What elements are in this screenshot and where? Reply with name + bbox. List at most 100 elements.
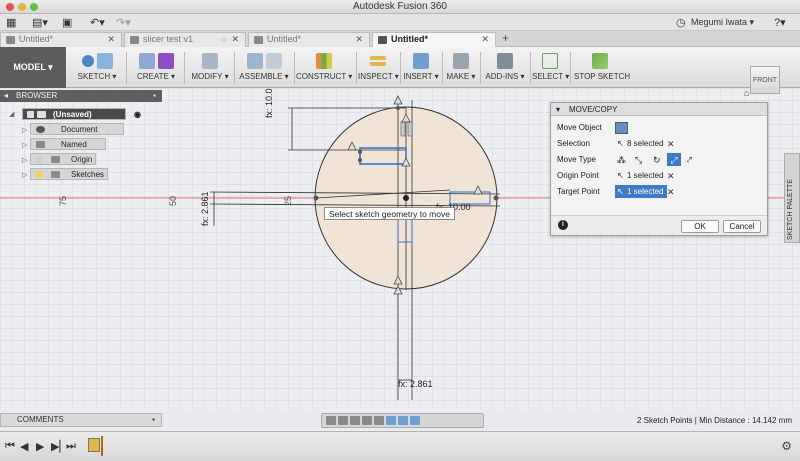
- close-tab-icon[interactable]: ✕: [107, 33, 115, 46]
- create-group[interactable]: CREATE ▾: [132, 50, 180, 86]
- go-to-end-icon[interactable]: ⏭: [66, 440, 76, 453]
- document-icon: [378, 36, 387, 44]
- free-move-icon[interactable]: ⁂: [617, 153, 626, 167]
- expand-item-icon[interactable]: ▷: [22, 126, 27, 134]
- close-tab-icon[interactable]: ✕: [231, 33, 239, 46]
- active-radio-icon[interactable]: ◉: [134, 109, 141, 121]
- lightbulb-icon[interactable]: [36, 171, 42, 178]
- pin-browser-icon[interactable]: ▪: [153, 90, 156, 102]
- orbit-icon[interactable]: [326, 416, 336, 425]
- expand-root-icon[interactable]: ◢: [9, 110, 14, 118]
- lightbulb-icon[interactable]: [27, 111, 34, 118]
- tab-untitled-1[interactable]: Untitled* ✕: [0, 32, 122, 47]
- dimension-top[interactable]: fx: 10.00: [264, 88, 274, 118]
- sketch-arc-icon: [81, 55, 94, 67]
- new-tab-plus-icon[interactable]: +: [502, 31, 509, 45]
- clear-origin-icon[interactable]: ✕: [667, 169, 675, 183]
- help-icon[interactable]: ?▾: [774, 16, 786, 29]
- browser-item-document-settings[interactable]: Document Settings: [30, 123, 124, 146]
- pin-comments-icon[interactable]: ▪: [152, 414, 155, 426]
- user-account-menu[interactable]: Megumi Iwata ▾: [691, 17, 754, 28]
- tab-untitled-2[interactable]: Untitled* ✕: [248, 32, 370, 47]
- assemble-group[interactable]: ASSEMBLE ▾: [238, 50, 290, 86]
- clear-selection-icon[interactable]: ✕: [667, 137, 675, 151]
- browser-item-sketches[interactable]: Sketches: [30, 168, 108, 180]
- viewports-icon[interactable]: [410, 416, 420, 425]
- info-icon[interactable]: i: [558, 220, 568, 230]
- modify-group[interactable]: MODIFY ▾: [190, 50, 230, 86]
- select-group[interactable]: SELECT ▾: [532, 50, 569, 86]
- view-cube[interactable]: FRONT: [750, 66, 780, 94]
- close-tab-icon[interactable]: ✕: [481, 33, 489, 46]
- browser-item-named-views[interactable]: Named Views: [30, 138, 106, 161]
- toolbar-divider: [442, 52, 443, 84]
- cancel-button[interactable]: Cancel: [723, 220, 761, 233]
- expand-item-icon[interactable]: ▷: [22, 171, 27, 179]
- origin-point-field[interactable]: ↖ 1 selected: [615, 169, 667, 182]
- construct-group[interactable]: CONSTRUCT ▾: [296, 50, 352, 86]
- collapse-dialog-icon[interactable]: ▾: [556, 103, 560, 116]
- timeline-marker[interactable]: [101, 436, 103, 456]
- make-label: MAKE: [446, 72, 470, 81]
- data-panel-grid-icon[interactable]: ▦: [6, 16, 16, 29]
- ok-button[interactable]: OK: [681, 220, 719, 233]
- expand-item-icon[interactable]: ▷: [22, 141, 27, 149]
- add-ins-group[interactable]: ADD-INS ▾: [482, 50, 528, 86]
- zoom-icon[interactable]: [362, 416, 372, 425]
- workspace-switcher[interactable]: MODEL ▾: [0, 47, 66, 88]
- display-settings-icon[interactable]: [386, 416, 396, 425]
- home-view-icon[interactable]: ⌂: [744, 88, 749, 98]
- sketch-objects-icon[interactable]: [615, 122, 628, 134]
- browser-item-origin[interactable]: Origin: [30, 153, 96, 165]
- redo-icon[interactable]: ↷▾: [116, 16, 131, 29]
- sketch-point: [358, 150, 362, 154]
- dimension-left[interactable]: fx: 2.861: [200, 191, 210, 226]
- collapse-browser-icon[interactable]: ◂: [4, 90, 8, 102]
- browser-header[interactable]: ◂ BROWSER ▪: [0, 90, 162, 102]
- fit-icon[interactable]: [374, 416, 384, 425]
- selection-field[interactable]: ↖ 8 selected: [615, 137, 667, 150]
- application-bar: ▦ ▤▾ ▣ ↶▾ ↷▾ ◷ Megumi Iwata ▾ ?▾: [0, 14, 800, 31]
- selection-value: 8 selected: [627, 139, 664, 148]
- move-copy-header[interactable]: ▾ MOVE/COPY: [551, 103, 767, 116]
- insert-group[interactable]: INSERT ▾: [402, 50, 440, 86]
- comments-panel[interactable]: COMMENTS ▪: [0, 413, 162, 427]
- minimize-window-button[interactable]: [18, 3, 26, 11]
- zoom-window-button[interactable]: [30, 3, 38, 11]
- stop-sketch-group[interactable]: STOP SKETCH: [574, 50, 630, 86]
- component-icon: [246, 53, 263, 69]
- sketch-palette-tab[interactable]: SKETCH PALETTE: [784, 153, 800, 243]
- sketch-feature-icon[interactable]: [88, 438, 100, 452]
- rotate-icon[interactable]: ↻: [653, 153, 661, 167]
- play-icon[interactable]: ▶: [36, 440, 44, 453]
- grid-snaps-icon[interactable]: [398, 416, 408, 425]
- save-icon[interactable]: ▣: [62, 16, 72, 29]
- stop-sketch-label: STOP SKETCH: [574, 72, 631, 81]
- step-back-icon[interactable]: ◀: [20, 440, 28, 453]
- close-window-button[interactable]: [6, 3, 14, 11]
- file-menu-icon[interactable]: ▤▾: [32, 16, 48, 29]
- sketch-group[interactable]: SKETCH ▾: [74, 50, 120, 86]
- expand-item-icon[interactable]: ▷: [22, 156, 27, 164]
- job-status-clock-icon[interactable]: ◷: [676, 16, 686, 29]
- tab-slicer-test[interactable]: slicer test v1 ○ ✕: [124, 32, 246, 47]
- point-to-point-icon[interactable]: ⤢: [667, 153, 681, 166]
- undo-icon[interactable]: ↶▾: [90, 16, 105, 29]
- target-point-field[interactable]: ↖ 1 selected: [615, 185, 668, 198]
- toolbar-divider: [400, 52, 401, 84]
- look-at-icon[interactable]: [338, 416, 348, 425]
- move-copy-dialog: ▾ MOVE/COPY Move Object Selection ↖ 8 se…: [550, 102, 768, 236]
- pan-hand-icon[interactable]: [350, 416, 360, 425]
- lightbulb-icon[interactable]: [36, 156, 42, 163]
- browser-root-item[interactable]: (Unsaved) ◉: [22, 108, 141, 120]
- inspect-group[interactable]: INSPECT ▾: [358, 50, 399, 86]
- make-group[interactable]: MAKE ▾: [444, 50, 478, 86]
- clear-target-icon[interactable]: ✕: [667, 185, 675, 199]
- translate-icon[interactable]: ⤡: [635, 153, 642, 167]
- tab-untitled-active[interactable]: Untitled* ✕: [372, 32, 496, 47]
- dimension-bottom[interactable]: fx: 2.861: [398, 379, 433, 389]
- timeline-settings-gear-icon[interactable]: ⚙: [781, 439, 792, 453]
- point-to-position-icon[interactable]: ⤤: [687, 153, 692, 167]
- go-to-start-icon[interactable]: ⏮: [5, 440, 15, 453]
- close-tab-icon[interactable]: ✕: [355, 33, 363, 46]
